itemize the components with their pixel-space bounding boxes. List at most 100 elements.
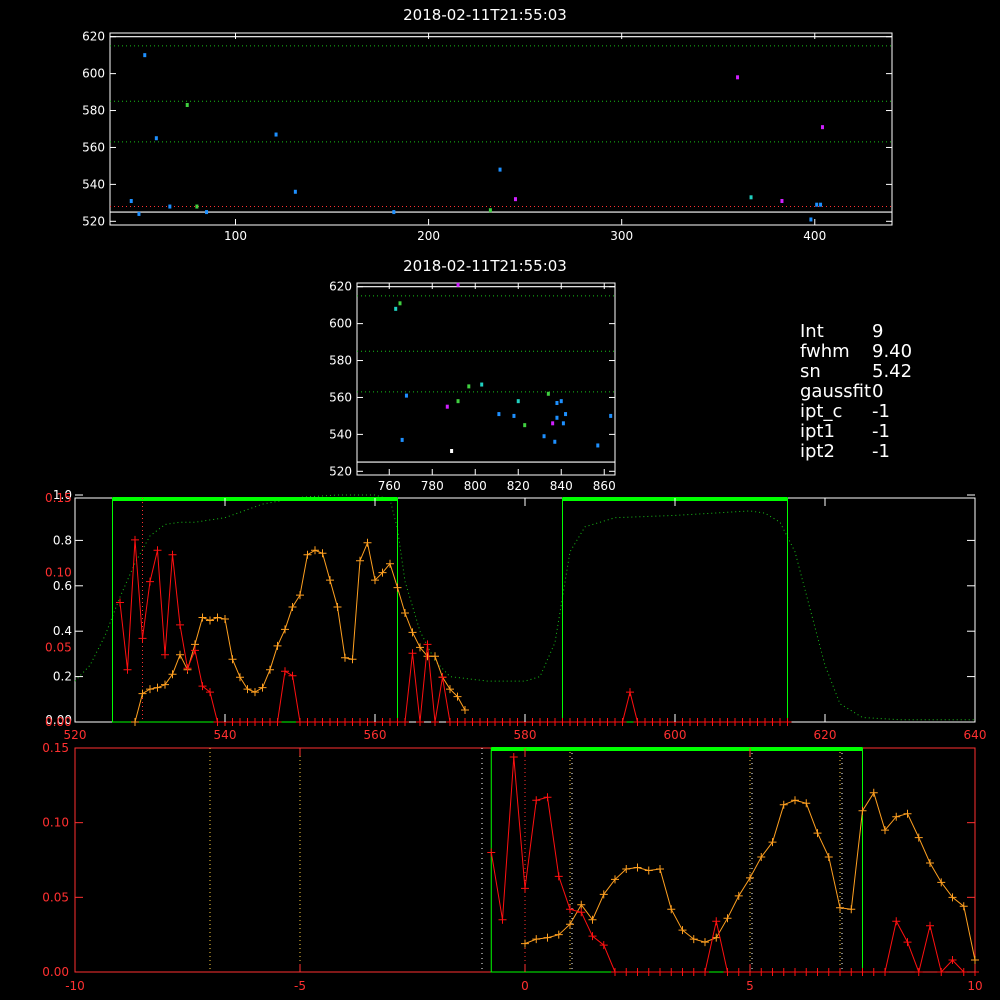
scatter-point [561, 421, 565, 426]
scatter-point [819, 202, 823, 207]
series-point [554, 872, 563, 881]
series-point [566, 905, 574, 914]
series-point [176, 620, 184, 629]
scatter-point [809, 217, 813, 222]
series-point [536, 718, 544, 726]
series-point [588, 718, 597, 726]
scatter-point [456, 282, 460, 287]
scatter-point [498, 167, 502, 172]
series-point [551, 718, 559, 726]
series-point [318, 718, 327, 726]
series-point [213, 613, 222, 622]
series-point [423, 640, 432, 649]
scatter-point [445, 404, 449, 409]
x-tick-label: 5 [746, 979, 754, 993]
series-point [914, 833, 923, 842]
zoom-scatter-panel: 2018-02-11T21:55:03 760 780 800 820 840 860 52… [329, 257, 616, 493]
series-point [633, 968, 642, 976]
series-point [183, 664, 192, 673]
series-point [341, 653, 349, 662]
series-point [738, 718, 747, 726]
series-point [543, 718, 552, 726]
series-point [802, 968, 811, 976]
x-tick-label: 0 [521, 979, 529, 993]
series-point [543, 793, 552, 802]
series-point [644, 968, 653, 976]
scatter-point [564, 412, 568, 417]
series-point [453, 718, 462, 726]
series-point [892, 917, 901, 926]
x-tick-label: 640 [964, 728, 987, 742]
series-point [221, 614, 229, 623]
scatter-point [143, 53, 147, 58]
scatter-point [205, 210, 209, 215]
series-point [333, 718, 342, 726]
series-point [566, 718, 574, 726]
scatter-point [450, 449, 454, 453]
series-point [768, 968, 777, 976]
series-point [641, 718, 649, 726]
y-tick-label: 0.6 [53, 579, 72, 593]
y-tick-label: 0.10 [42, 816, 69, 830]
series-point [648, 718, 657, 726]
offset-panel: -10 -5 0 5 10 0.00 0.05 0.10 0.15 [42, 741, 982, 993]
info-row-sn: sn 5.42 [800, 362, 912, 382]
scatter-point [274, 132, 278, 137]
x-tick-label: 580 [514, 728, 537, 742]
series-point [378, 718, 387, 726]
figure: 2018-02-11T21:55:03 100 200 300 40052054056… [42, 6, 987, 993]
y-tick-label: 560 [329, 390, 352, 404]
series-point [824, 853, 833, 862]
series-point [296, 591, 304, 600]
series-point [723, 968, 732, 976]
scatter-point [185, 103, 189, 107]
info-value: 9 [872, 321, 884, 342]
series-point [656, 968, 664, 976]
series-point [701, 968, 709, 976]
x-tick-label: -10 [65, 979, 85, 993]
scatter-point [467, 384, 471, 389]
series-point [206, 616, 214, 625]
x-tick-label: 780 [421, 479, 444, 493]
series-point [971, 956, 979, 965]
series-point [288, 671, 297, 680]
series-point [446, 718, 454, 726]
x-tick-label: 820 [507, 479, 530, 493]
series-point [266, 718, 274, 726]
scatter-point [820, 125, 824, 130]
series-point [153, 546, 162, 555]
series-point [303, 550, 312, 559]
series-point [513, 718, 522, 726]
series-point [461, 706, 469, 715]
series-point [521, 884, 529, 893]
transmission-curve [74, 494, 975, 721]
y-tick-label: 620 [329, 280, 352, 294]
series-point [753, 718, 762, 726]
series-point [532, 796, 541, 805]
x-tick-label: 620 [814, 728, 837, 742]
series-point [618, 718, 627, 726]
series-point [273, 718, 282, 726]
info-key: ipt1 [800, 421, 835, 442]
info-value: -1 [872, 401, 890, 422]
series-point [393, 718, 402, 726]
series-point [708, 718, 717, 726]
scatter-point [546, 391, 550, 396]
series-point [251, 688, 259, 697]
series-point [258, 718, 267, 726]
scatter-point [512, 413, 516, 418]
series-point [926, 858, 934, 867]
series-point [198, 613, 207, 622]
series-point [611, 718, 619, 726]
series-point [723, 718, 732, 726]
y-tick-label: 0.2 [53, 670, 72, 684]
series-point [783, 718, 792, 726]
scatter-point [293, 189, 297, 194]
scatter-point [392, 210, 396, 215]
y-tick-label: 0.05 [45, 640, 72, 654]
x-tick-label: 520 [64, 728, 87, 742]
scatter-point [596, 443, 600, 448]
series-point [836, 968, 844, 976]
series-point [356, 718, 364, 726]
series-point [791, 796, 799, 805]
